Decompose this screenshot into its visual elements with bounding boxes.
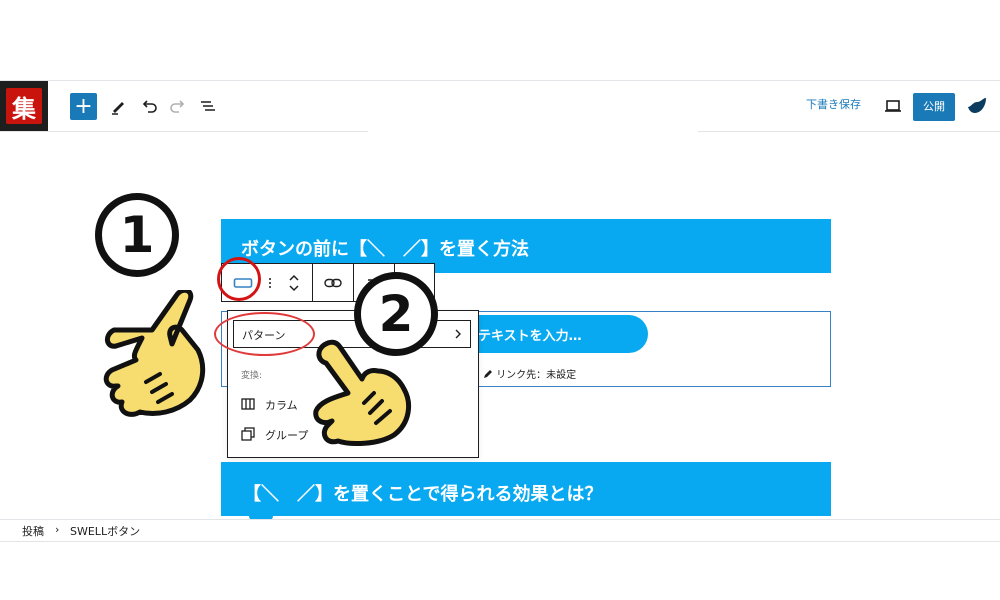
publish-button[interactable]: 公開 [913, 93, 955, 121]
breadcrumb-item-block[interactable]: SWELLボタン [70, 523, 140, 539]
move-buttons[interactable] [276, 264, 313, 301]
logo-mark: 集 [6, 88, 42, 124]
drag-handle[interactable] [264, 264, 276, 301]
group-label: グループ [265, 429, 309, 442]
site-logo[interactable]: 集 [0, 81, 48, 131]
transform-section-label: 変換: [241, 371, 263, 381]
link-note-text: リンク先：未設定 [496, 370, 577, 381]
columns-icon [241, 398, 255, 410]
toolbar-gap [368, 129, 698, 133]
heading-block-2[interactable]: 【＼ ／】を置くことで得られる効果とは？ [221, 462, 831, 516]
highlight-ellipse [214, 312, 315, 356]
group-icon [241, 427, 255, 441]
heading-text: ボタンの前に【＼ ／】を置く方法 [241, 239, 529, 260]
link-icon [324, 278, 342, 287]
pencil-icon[interactable] [108, 96, 128, 116]
step-number-1: 1 [95, 193, 179, 277]
columns-label: カラム [265, 399, 298, 412]
save-draft-button[interactable]: 下書き保存 [806, 96, 861, 112]
breadcrumb: 投稿 › SWELLボタン [0, 519, 1000, 542]
tapping-hand-icon [313, 339, 412, 446]
desktop-preview-icon[interactable] [883, 96, 903, 116]
move-arrows-icon [289, 274, 299, 291]
link-destination-note: リンク先：未設定 [483, 366, 576, 381]
redo-icon[interactable] [168, 96, 188, 116]
list-view-icon[interactable] [198, 96, 218, 116]
breadcrumb-item-post[interactable]: 投稿 [22, 523, 44, 539]
undo-icon[interactable] [139, 96, 159, 116]
chevron-right-icon [455, 329, 461, 339]
highlight-circle [217, 257, 261, 301]
button-text-placeholder[interactable]: テキストを入力… [478, 325, 582, 344]
pointing-hand-icon [103, 290, 206, 417]
swell-logo-icon[interactable] [965, 94, 989, 118]
heading-text-2: 【＼ ／】を置くことで得られる効果とは？ [243, 484, 603, 505]
pencil-small-icon [484, 370, 492, 378]
add-block-button[interactable]: + [70, 93, 97, 120]
breadcrumb-separator: › [55, 523, 60, 536]
editor-toolbar: 集 + 下書き保存 公開 [0, 80, 1000, 133]
link-button[interactable] [313, 264, 354, 301]
drag-handle-icon [269, 277, 271, 288]
